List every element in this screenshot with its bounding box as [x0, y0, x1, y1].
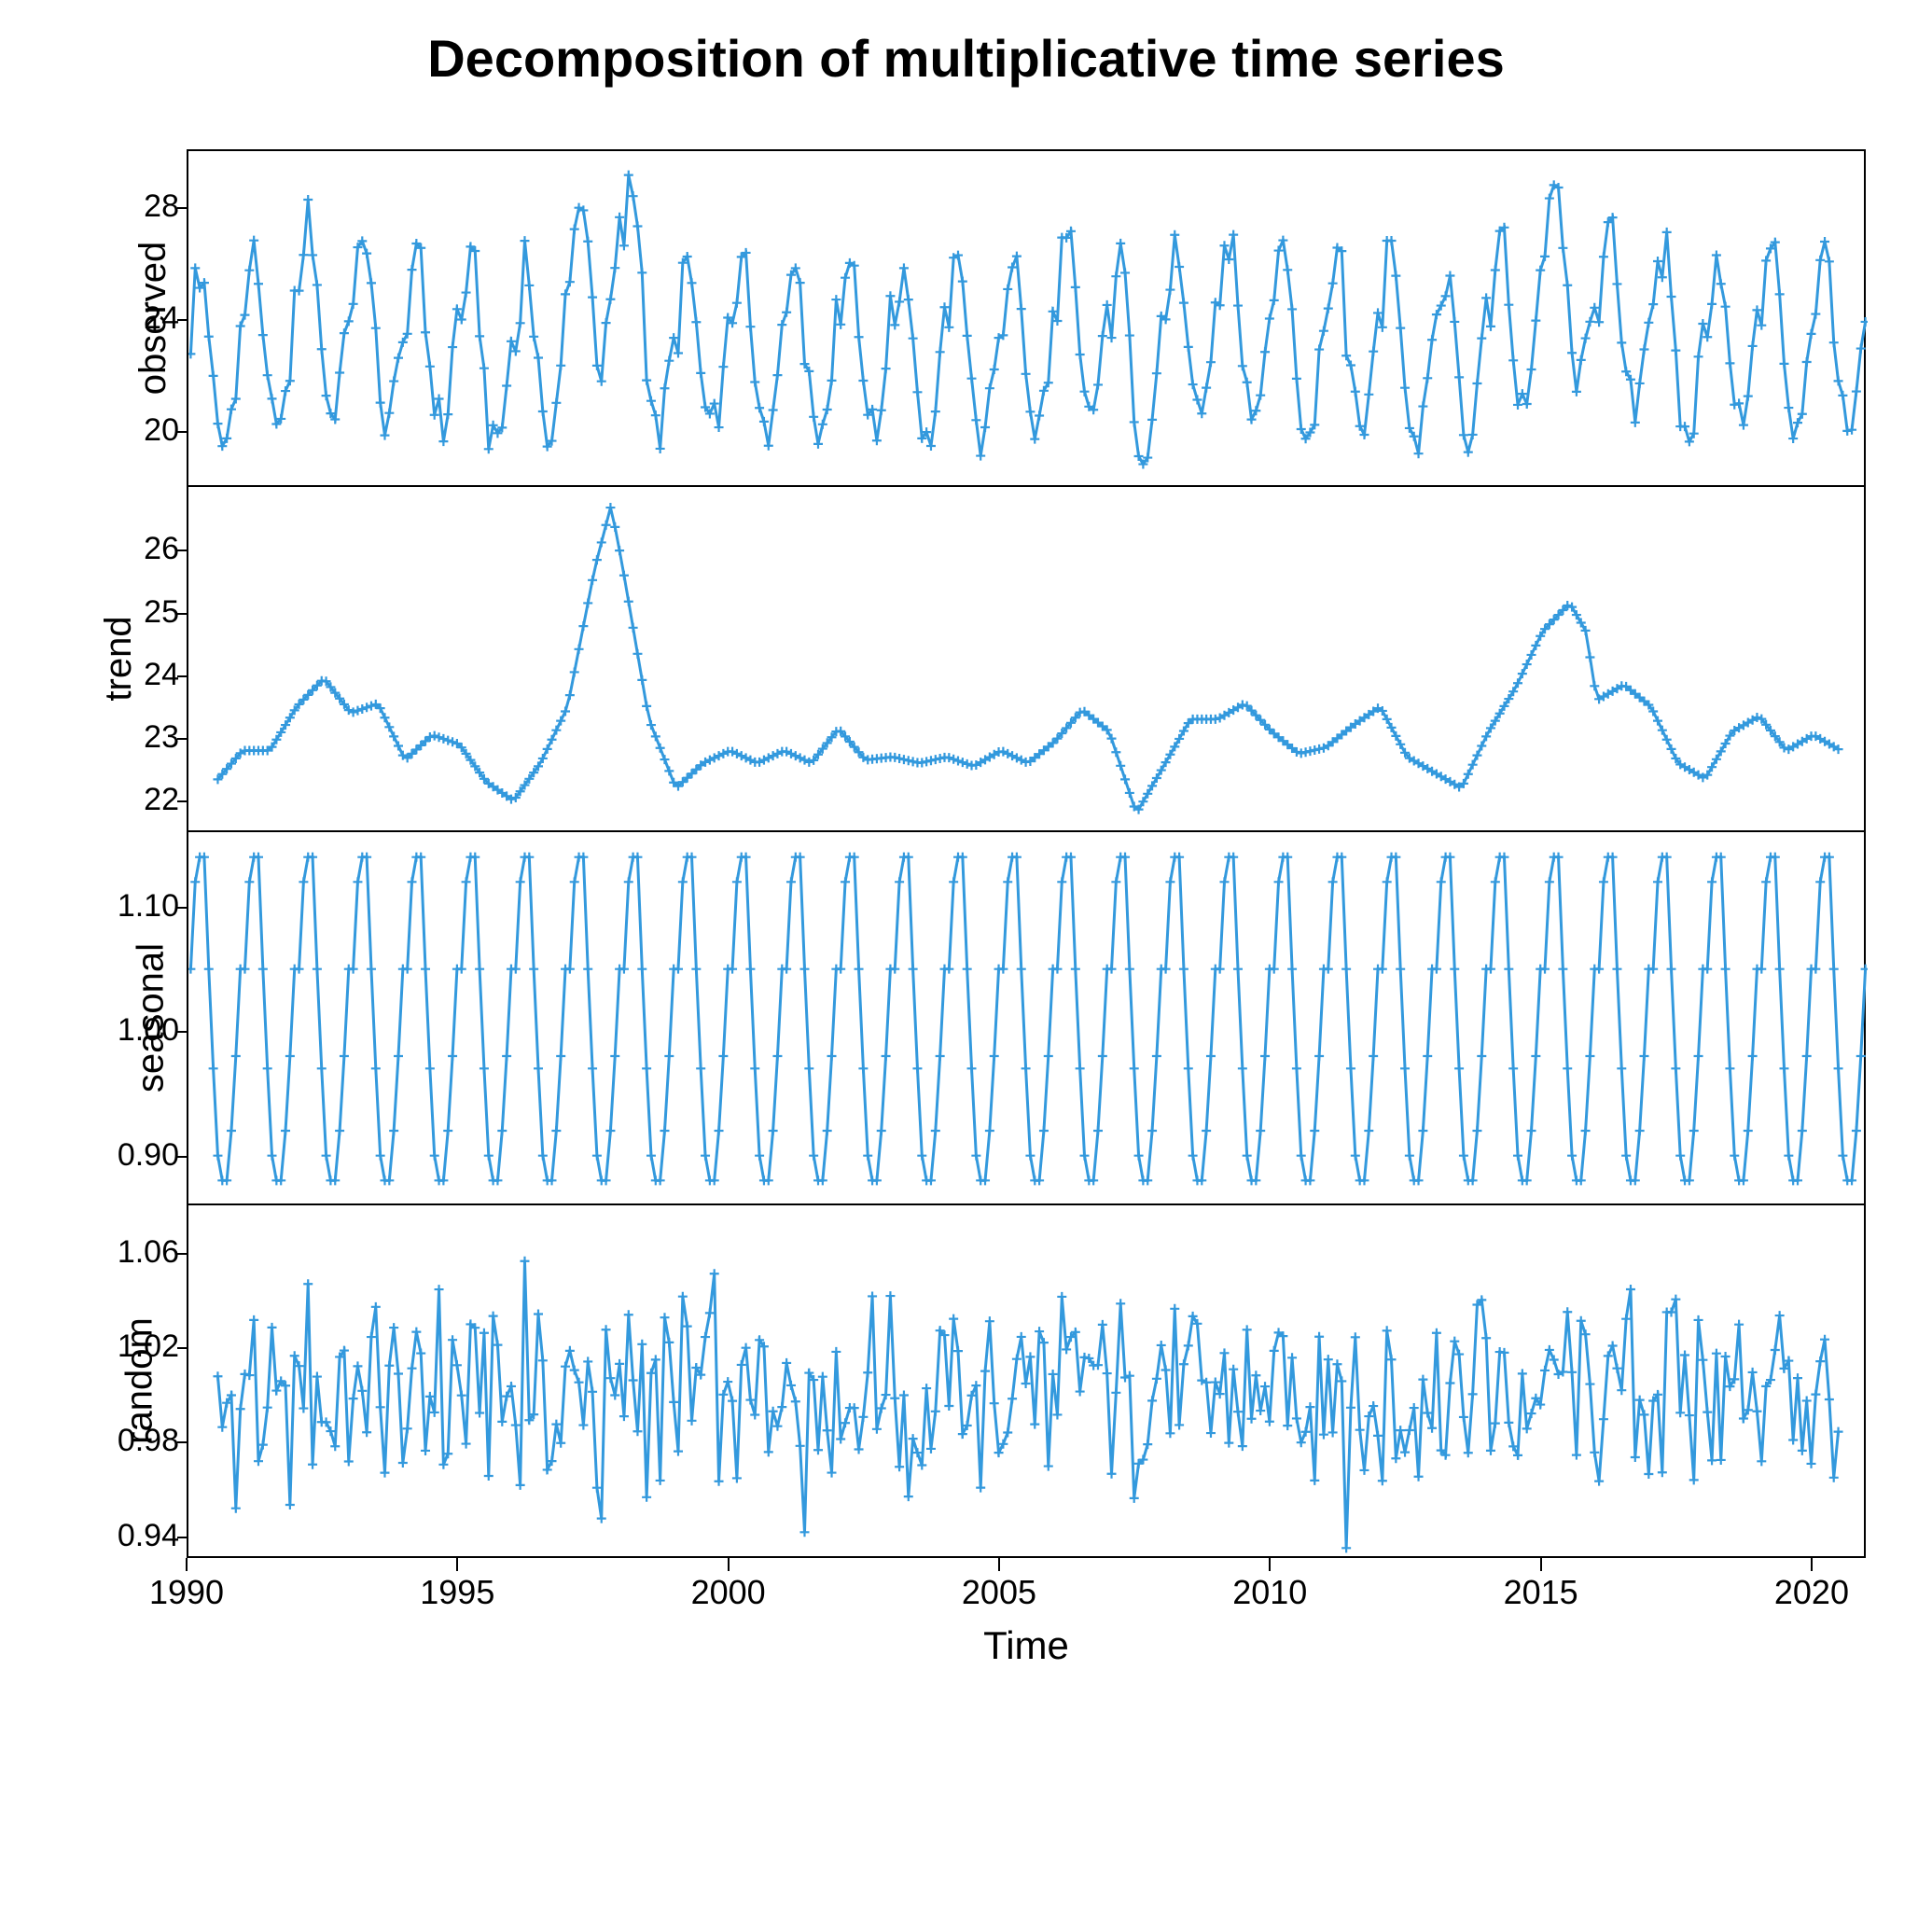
y-tick: 22 — [39, 782, 179, 818]
y-tick: 1.06 — [39, 1234, 179, 1271]
x-tick: 2005 — [943, 1573, 1055, 1612]
y-tick: 1.00 — [39, 1012, 179, 1049]
chart-title: Decomposition of multiplicative time ser… — [0, 28, 1932, 89]
panel-observed: observed202428 — [187, 149, 1866, 485]
y-tick: 1.10 — [39, 888, 179, 925]
x-tick: 2015 — [1485, 1573, 1597, 1612]
panel-trend: trend2223242526 — [187, 485, 1866, 830]
y-tick: 25 — [39, 594, 179, 631]
y-tick: 0.98 — [39, 1423, 179, 1459]
y-tick: 0.94 — [39, 1518, 179, 1554]
x-tick: 2010 — [1214, 1573, 1326, 1612]
y-tick: 26 — [39, 531, 179, 567]
x-tick: 1995 — [401, 1573, 513, 1612]
y-tick: 24 — [39, 300, 179, 337]
series-random — [188, 1205, 1868, 1560]
x-tick: 2000 — [673, 1573, 785, 1612]
y-tick: 28 — [39, 188, 179, 225]
y-tick: 0.90 — [39, 1137, 179, 1174]
y-tick: 23 — [39, 719, 179, 756]
x-axis-label: Time — [187, 1623, 1866, 1668]
series-observed — [188, 151, 1868, 487]
series-trend — [188, 487, 1868, 832]
panel-random: random0.940.981.021.06 — [187, 1203, 1866, 1558]
panel-seasonal: seasonal0.901.001.10 — [187, 830, 1866, 1203]
x-tick: 1990 — [131, 1573, 243, 1612]
y-tick: 20 — [39, 412, 179, 449]
y-tick: 24 — [39, 657, 179, 693]
plot-area: Time observed202428trend2223242526season… — [187, 149, 1866, 1735]
series-seasonal — [188, 832, 1868, 1205]
x-tick: 2020 — [1756, 1573, 1868, 1612]
y-tick: 1.02 — [39, 1329, 179, 1365]
